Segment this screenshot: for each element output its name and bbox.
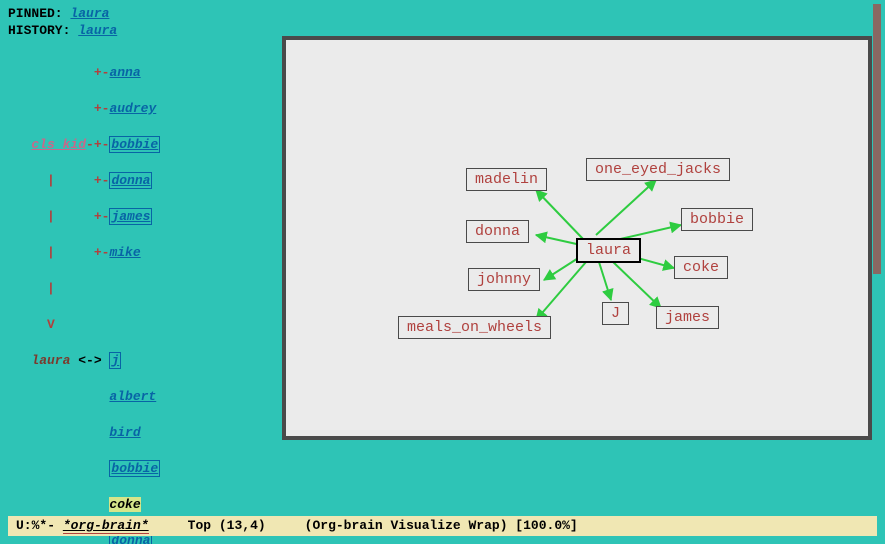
- history-label: HISTORY:: [8, 23, 78, 38]
- graph-node-donna[interactable]: donna: [466, 220, 529, 243]
- tree-link-bobbie[interactable]: bobbie: [109, 136, 160, 153]
- tree-link-anna[interactable]: anna: [109, 65, 140, 80]
- tree-link-james[interactable]: james: [109, 208, 152, 225]
- tree-link-donna[interactable]: donna: [109, 172, 152, 189]
- modeline-buffer[interactable]: *org-brain*: [63, 518, 149, 534]
- graph-node-james[interactable]: james: [656, 306, 719, 329]
- graph-node-johnny[interactable]: johnny: [468, 268, 540, 291]
- graph-node-coke[interactable]: coke: [674, 256, 728, 279]
- mode-line: U:%*- *org-brain* Top (13,4) (Org-brain …: [8, 516, 877, 536]
- graph-node-center[interactable]: laura: [576, 238, 641, 263]
- tree-row: coke: [8, 496, 877, 514]
- pinned-label: PINNED:: [8, 6, 70, 21]
- header-pinned: PINNED: laura: [4, 4, 881, 21]
- scrollbar[interactable]: [873, 4, 881, 274]
- tree-focus: laura: [31, 353, 70, 368]
- tree-link-mike[interactable]: mike: [109, 245, 140, 260]
- graph-node-madelin[interactable]: madelin: [466, 168, 547, 191]
- tree-child-coke[interactable]: coke: [109, 497, 140, 512]
- tree-row: bobbie: [8, 460, 877, 478]
- history-link[interactable]: laura: [78, 23, 117, 38]
- tree-link-audrey[interactable]: audrey: [109, 101, 156, 116]
- graph-node-bobbie[interactable]: bobbie: [681, 208, 753, 231]
- pinned-link[interactable]: laura: [70, 6, 109, 21]
- graph-node-J[interactable]: J: [602, 302, 629, 325]
- tree-child-albert[interactable]: albert: [109, 389, 156, 404]
- tree-child-bobbie[interactable]: bobbie: [109, 460, 160, 477]
- graph-panel: laura madelin one_eyed_jacks donna bobbi…: [282, 36, 872, 440]
- graph-node-meals_on_wheels[interactable]: meals_on_wheels: [398, 316, 551, 339]
- tree-child-bird[interactable]: bird: [109, 425, 140, 440]
- emacs-frame: PINNED: laura HISTORY: laura +-anna +-au…: [0, 0, 885, 544]
- graph-node-one_eyed_jacks[interactable]: one_eyed_jacks: [586, 158, 730, 181]
- modeline-info: Top (13,4) (Org-brain Visualize Wrap) [1…: [164, 518, 577, 533]
- tree-parent-link[interactable]: cls_kid: [31, 137, 86, 152]
- modeline-left: U:%*-: [16, 518, 63, 533]
- tree-current[interactable]: j: [109, 352, 121, 369]
